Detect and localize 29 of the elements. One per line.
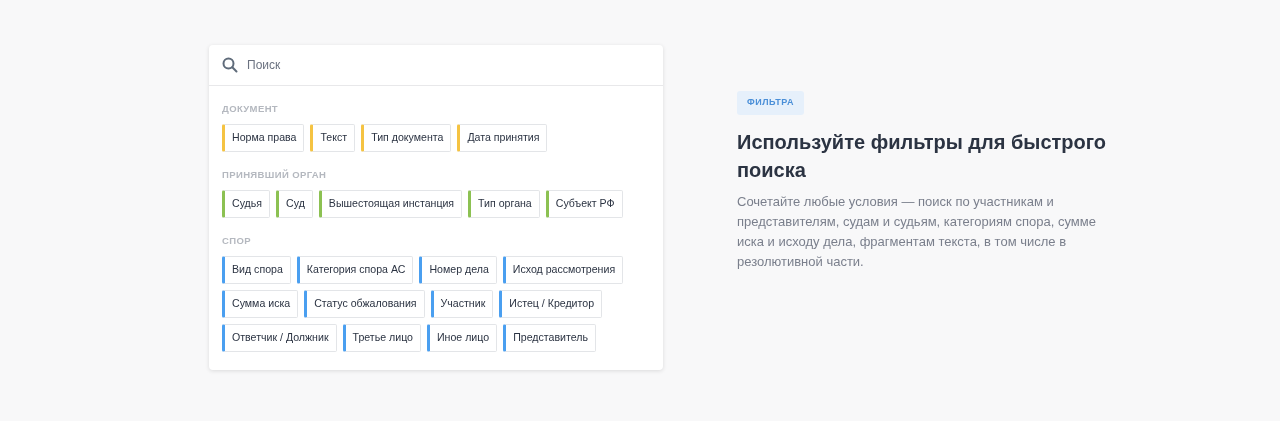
- filter-chip[interactable]: Номер дела: [419, 256, 497, 284]
- group-title: СПОР: [222, 235, 251, 247]
- filter-chip[interactable]: Исход рассмотрения: [502, 256, 624, 284]
- filter-chip[interactable]: Вышестоящая инстанция: [318, 190, 463, 218]
- section-tag: ФИЛЬТРА: [737, 91, 804, 115]
- filter-chip[interactable]: Представитель: [503, 324, 596, 352]
- filter-chip[interactable]: Категория спора АС: [296, 256, 414, 284]
- filter-chip[interactable]: Норма права: [222, 124, 305, 152]
- description: Сочетайте любые условия — поиск по участникам и представителям, судам и судьям, категориям спора, сумме иска и исходу дела, фрагментам текста, в том числе в резолютивной части.: [737, 192, 1097, 271]
- filter-chip[interactable]: Вид спора: [222, 256, 291, 284]
- filter-chip[interactable]: Дата принятия: [457, 124, 548, 152]
- search-field[interactable]: Поиск: [247, 56, 650, 74]
- filter-chip[interactable]: Тип документа: [361, 124, 452, 152]
- filter-chip[interactable]: Субъект РФ: [545, 190, 623, 218]
- filter-chip[interactable]: Судья: [222, 190, 271, 218]
- filter-chip[interactable]: Третье лицо: [342, 324, 421, 352]
- filter-chip[interactable]: Тип органа: [468, 190, 540, 218]
- filter-chip[interactable]: Статус обжалования: [304, 290, 425, 318]
- filter-chip[interactable]: Истец / Кредитор: [499, 290, 603, 318]
- search-icon: [222, 57, 238, 73]
- filter-chip[interactable]: Текст: [310, 124, 356, 152]
- heading: Используйте фильтры для быстрого поиска: [737, 129, 1107, 183]
- filter-chip[interactable]: Иное лицо: [427, 324, 498, 352]
- filter-chip[interactable]: Сумма иска: [222, 290, 299, 318]
- group-title: ПРИНЯВШИЙ ОРГАН: [222, 169, 327, 181]
- filter-chip[interactable]: Ответчик / Должник: [222, 324, 337, 352]
- filter-chip[interactable]: Суд: [276, 190, 313, 218]
- group-title: ДОКУМЕНТ: [222, 103, 279, 115]
- filter-chip[interactable]: Участник: [430, 290, 494, 318]
